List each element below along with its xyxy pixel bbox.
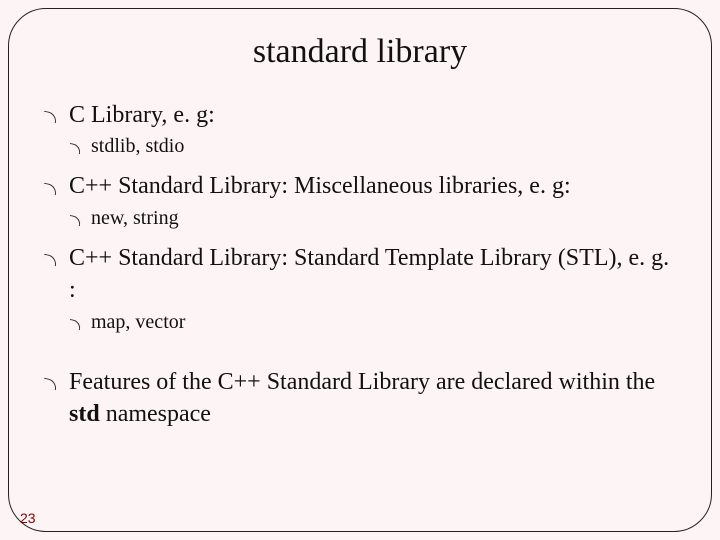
page-number: 23 <box>20 510 36 526</box>
text-pre: Features of the C++ Standard Library are… <box>69 369 655 395</box>
slide-title: standard library <box>43 33 677 71</box>
bullet-cpp-stl: C++ Standard Library: Standard Template … <box>43 242 677 307</box>
text-post: namespace <box>100 401 211 427</box>
subbullet-stdlib-stdio: stdlib, stdio <box>69 133 677 160</box>
bullet-cpp-misc: C++ Standard Library: Miscellaneous libr… <box>43 170 677 202</box>
subbullet-map-vector: map, vector <box>69 309 677 336</box>
slide-content: C Library, e. g: stdlib, stdio C++ Stand… <box>43 99 677 430</box>
subbullet-new-string: new, string <box>69 205 677 232</box>
text-bold-std: std <box>69 401 100 427</box>
bullet-std-namespace: Features of the C++ Standard Library are… <box>43 366 677 431</box>
slide-frame: standard library C Library, e. g: stdlib… <box>8 8 712 532</box>
bullet-c-library: C Library, e. g: <box>43 99 677 131</box>
spacer <box>43 346 677 360</box>
slide: standard library C Library, e. g: stdlib… <box>0 0 720 540</box>
